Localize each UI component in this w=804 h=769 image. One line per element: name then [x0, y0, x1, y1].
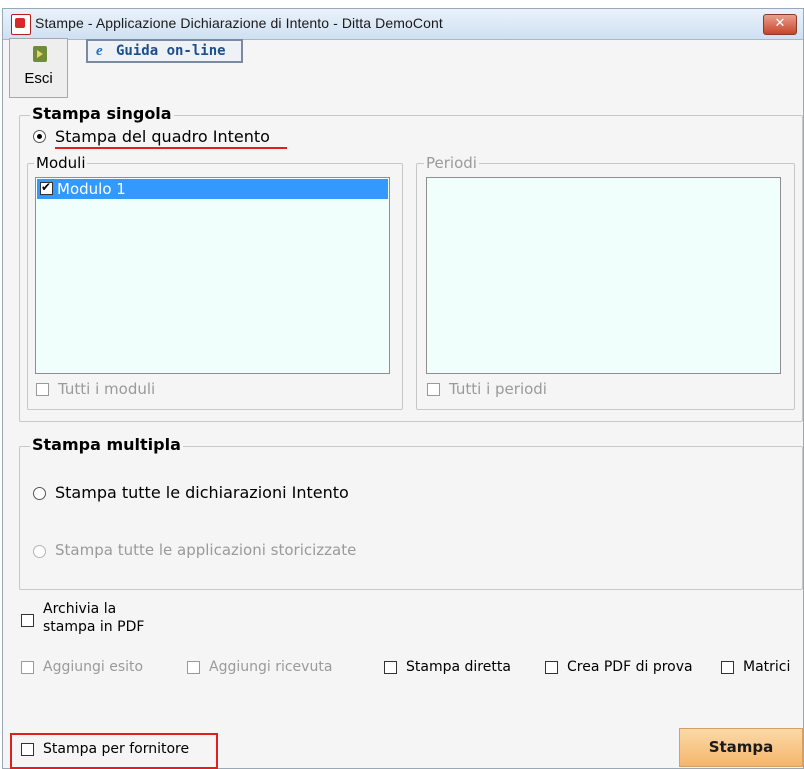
- stampa-per-fornitore-checkbox[interactable]: [21, 743, 34, 756]
- tutti-periodi-checkbox[interactable]: [427, 383, 440, 396]
- archivia-pdf-label-line1: Archivia la: [43, 601, 117, 617]
- stampa-quadro-intento-radio[interactable]: [33, 130, 46, 143]
- close-button[interactable]: ✕: [763, 14, 797, 35]
- stampa-applicazioni-storicizzate-label: Stampa tutte le applicazioni storicizzat…: [55, 541, 357, 559]
- tutti-periodi-label: Tutti i periodi: [449, 380, 547, 398]
- modulo-1-label: Modulo 1: [57, 180, 126, 198]
- stampa-diretta-label: Stampa diretta: [406, 659, 511, 675]
- periodi-legend: Periodi: [424, 154, 479, 172]
- crea-pdf-prova-label: Crea PDF di prova: [567, 659, 693, 675]
- exit-door-icon: [33, 46, 47, 62]
- tutti-moduli-checkbox[interactable]: [36, 383, 49, 396]
- aggiungi-esito-label: Aggiungi esito: [43, 659, 144, 675]
- stampa-tutte-dichiarazioni-label: Stampa tutte le dichiarazioni Intento: [55, 483, 349, 502]
- stampa-multipla-legend: Stampa multipla: [30, 435, 183, 454]
- stampa-multipla-group: [19, 446, 803, 590]
- esci-button[interactable]: Esci: [9, 38, 68, 98]
- modulo-1-checkbox[interactable]: [40, 180, 53, 195]
- moduli-list[interactable]: Modulo 1: [35, 177, 390, 374]
- esci-label: Esci: [24, 70, 53, 87]
- stampa-tutte-dichiarazioni-radio[interactable]: [33, 487, 46, 500]
- stampa-applicazioni-storicizzate-radio[interactable]: [33, 545, 46, 558]
- guida-online-button[interactable]: e Guida on-line: [86, 39, 243, 63]
- periodi-list[interactable]: [426, 177, 781, 374]
- pdf-app-icon: [11, 14, 31, 35]
- matrici-label: Matrici: [743, 659, 791, 675]
- archivia-pdf-checkbox[interactable]: [21, 614, 34, 627]
- internet-explorer-icon: e: [96, 43, 103, 59]
- stampa-quadro-intento-label: Stampa del quadro Intento: [55, 127, 270, 146]
- title-bar: Stampe - Applicazione Dichiarazione di I…: [3, 9, 803, 40]
- red-underline-highlight: [55, 147, 287, 149]
- aggiungi-esito-checkbox[interactable]: [21, 661, 34, 674]
- stampa-per-fornitore-label: Stampa per fornitore: [43, 741, 190, 757]
- aggiungi-ricevuta-checkbox[interactable]: [187, 661, 200, 674]
- stampa-button[interactable]: Stampa: [679, 728, 803, 767]
- stampa-diretta-checkbox[interactable]: [384, 661, 397, 674]
- window-title: Stampe - Applicazione Dichiarazione di I…: [35, 15, 443, 31]
- tutti-moduli-label: Tutti i moduli: [58, 380, 156, 398]
- stampa-singola-legend: Stampa singola: [30, 104, 174, 123]
- archivia-pdf-label-line2: stampa in PDF: [43, 619, 145, 635]
- aggiungi-ricevuta-label: Aggiungi ricevuta: [209, 659, 333, 675]
- moduli-legend: Moduli: [34, 154, 88, 172]
- crea-pdf-prova-checkbox[interactable]: [545, 661, 558, 674]
- matrici-checkbox[interactable]: [721, 661, 734, 674]
- guida-online-label: Guida on-line: [116, 43, 226, 59]
- list-item[interactable]: Modulo 1: [37, 179, 388, 199]
